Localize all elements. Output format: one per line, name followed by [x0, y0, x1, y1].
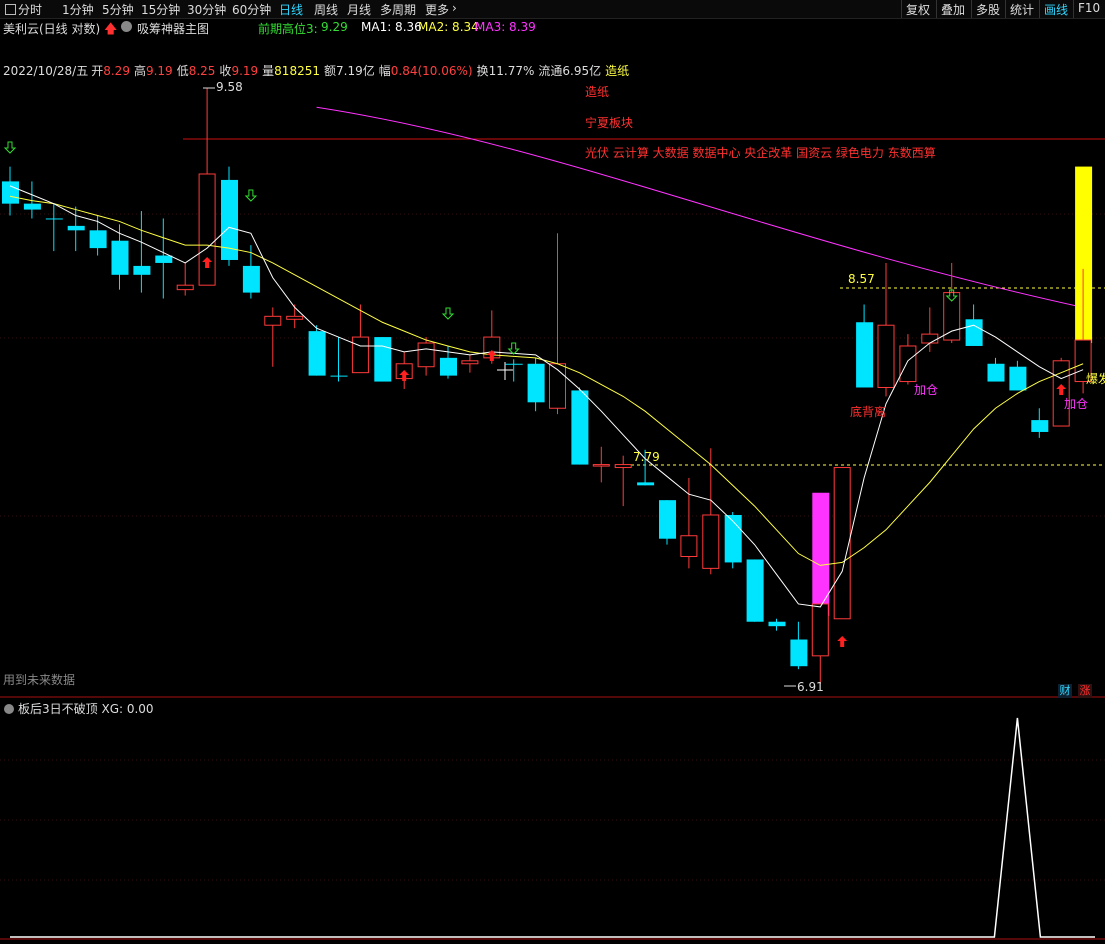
candle-body-down	[790, 639, 808, 667]
concept-list: 光伏 云计算 大数据 数据中心 央企改革 国资云 绿色电力 东数西算	[585, 146, 936, 160]
sub-indicator-value: XG: 0.00	[101, 702, 154, 716]
candle-body-up	[351, 336, 369, 374]
sub-indicator-header[interactable]: 板后3日不破顶 XG: 0.00	[4, 700, 154, 717]
candle-body-up	[921, 333, 939, 344]
level-label-2: 7.79	[633, 450, 660, 464]
candle-body-up	[264, 315, 282, 326]
candle-body-down	[374, 337, 392, 382]
add-position-label-2: 加仓	[1064, 397, 1089, 411]
candle-body-down	[242, 265, 260, 293]
candle-body-down	[505, 363, 523, 365]
candle-body-up	[176, 284, 194, 291]
candle-body-down	[768, 621, 786, 627]
rise-badge[interactable]: 涨	[1078, 684, 1092, 698]
candle-body-down	[527, 363, 545, 403]
candle-body-down	[746, 559, 764, 622]
candle-body-down	[23, 203, 41, 210]
sector-label-2: 宁夏板块	[585, 116, 634, 130]
candle-body-up	[592, 464, 610, 467]
candle-body-up	[614, 464, 632, 469]
sell-arrow-icon	[441, 307, 455, 320]
sub-indicator-line	[10, 717, 1095, 938]
candle-body-up	[198, 173, 216, 286]
sub-indicator-name: 板后3日不破顶	[18, 702, 98, 716]
add-position-label-1: 加仓	[914, 383, 939, 397]
candle-body-down	[330, 375, 348, 377]
candle-body-up	[461, 360, 479, 365]
candle-body-up	[877, 324, 895, 388]
candle-body-down	[1009, 366, 1027, 391]
sell-arrow-icon	[507, 342, 520, 355]
candle-body-down	[45, 218, 63, 220]
low-price-label: 6.91	[797, 680, 824, 694]
candle-body-down	[440, 357, 457, 376]
sell-arrow-icon	[244, 189, 258, 202]
candle-body-down	[571, 390, 589, 465]
candle-body-up	[899, 345, 917, 383]
candle-body-up	[833, 467, 851, 620]
candle-body-down	[987, 363, 1005, 382]
candle-body-up	[549, 363, 566, 409]
candle-body-down	[856, 322, 874, 388]
candle-body-up	[417, 342, 435, 368]
candle-body-down	[67, 225, 85, 231]
candle-body-down	[2, 181, 19, 204]
finance-badge[interactable]: 财	[1058, 684, 1072, 698]
candle-body-down	[1031, 420, 1049, 432]
bottom-divergence-label: 底背离	[850, 405, 887, 419]
sell-arrow-icon	[3, 141, 17, 154]
candle-body-down	[155, 255, 173, 263]
candle-body-down	[637, 482, 655, 486]
candle-body-up	[680, 535, 698, 557]
high-price-label: 9.58	[216, 80, 243, 94]
ma3-line	[316, 106, 1084, 308]
future-data-warning: 用到未来数据	[3, 673, 76, 687]
explode-label: 爆发	[1086, 372, 1105, 386]
kline-chart[interactable]	[0, 0, 1105, 944]
sub-dropdown-icon[interactable]	[4, 704, 14, 714]
candle-body-up	[702, 514, 720, 569]
sector-label-1: 造纸	[585, 85, 610, 99]
candle-body-down	[133, 265, 151, 275]
candle-body-up	[286, 315, 304, 320]
candle-body-down	[308, 331, 326, 376]
candle-body-down	[659, 500, 676, 539]
level-label-1: 8.57	[848, 272, 875, 286]
candle-body-down	[965, 319, 983, 346]
candle-body-up	[943, 292, 961, 341]
candle-body-down	[111, 240, 129, 275]
buy-arrow-icon	[837, 636, 848, 647]
candle-body-up	[811, 603, 829, 657]
candle-body-down	[89, 230, 107, 249]
